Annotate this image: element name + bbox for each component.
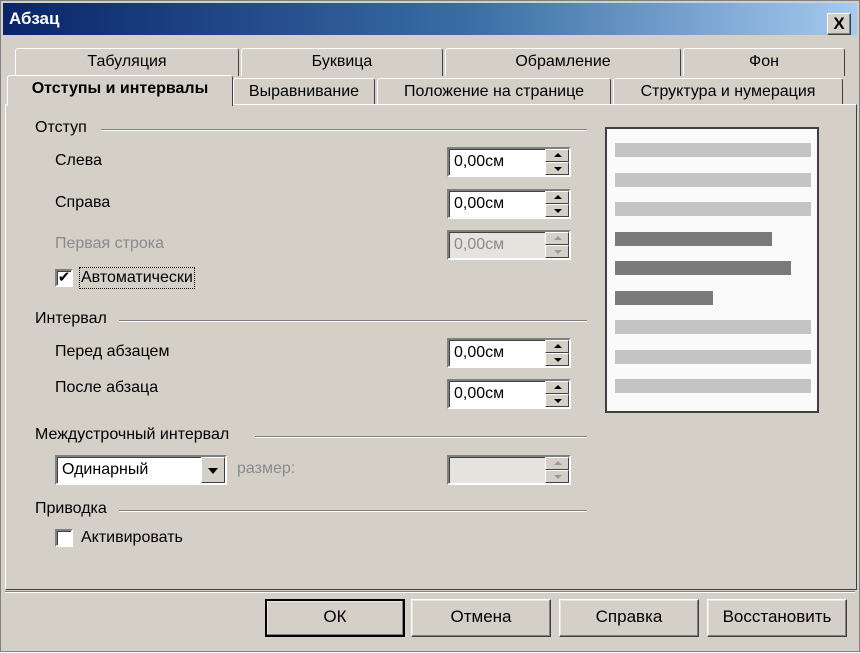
- tab-panel: [5, 104, 857, 590]
- ok-button[interactable]: ОК: [265, 599, 405, 637]
- tab-label: Обрамление: [515, 53, 611, 70]
- close-button[interactable]: X: [827, 13, 851, 35]
- title-bar[interactable]: Абзац: [3, 3, 857, 35]
- close-icon: X: [833, 14, 845, 33]
- help-button-label: Справка: [595, 607, 663, 626]
- tab-outline-numbering[interactable]: Структура и нумерация: [613, 78, 843, 105]
- reset-button[interactable]: Восстановить: [707, 599, 847, 637]
- tab-label: Выравнивание: [248, 83, 360, 100]
- tab-background[interactable]: Фон: [683, 48, 845, 76]
- tab-text-flow[interactable]: Положение на странице: [377, 78, 611, 105]
- tab-label: Табуляция: [87, 53, 167, 70]
- ok-button-label: ОК: [323, 607, 347, 626]
- cancel-button-label: Отмена: [450, 607, 512, 626]
- cancel-button[interactable]: Отмена: [411, 599, 551, 637]
- help-button[interactable]: Справка: [559, 599, 699, 637]
- reset-button-label: Восстановить: [722, 607, 832, 626]
- tab-label: Отступы и интервалы: [31, 80, 209, 97]
- tab-label: Структура и нумерация: [640, 83, 816, 100]
- tab-label: Фон: [749, 53, 779, 70]
- dialog-title: Абзац: [9, 9, 60, 28]
- tab-tabs[interactable]: Табуляция: [15, 48, 239, 76]
- button-separator: [5, 591, 855, 593]
- tab-alignment[interactable]: Выравнивание: [233, 78, 375, 105]
- tab-borders[interactable]: Обрамление: [445, 48, 681, 76]
- tab-drop-caps[interactable]: Буквица: [241, 48, 443, 76]
- paragraph-dialog: Абзац X Табуляция Буквица Обрамление Фон…: [0, 0, 860, 652]
- tab-label: Буквица: [311, 53, 373, 70]
- tab-indents-spacing[interactable]: Отступы и интервалы: [7, 75, 233, 106]
- tab-label: Положение на странице: [404, 83, 584, 100]
